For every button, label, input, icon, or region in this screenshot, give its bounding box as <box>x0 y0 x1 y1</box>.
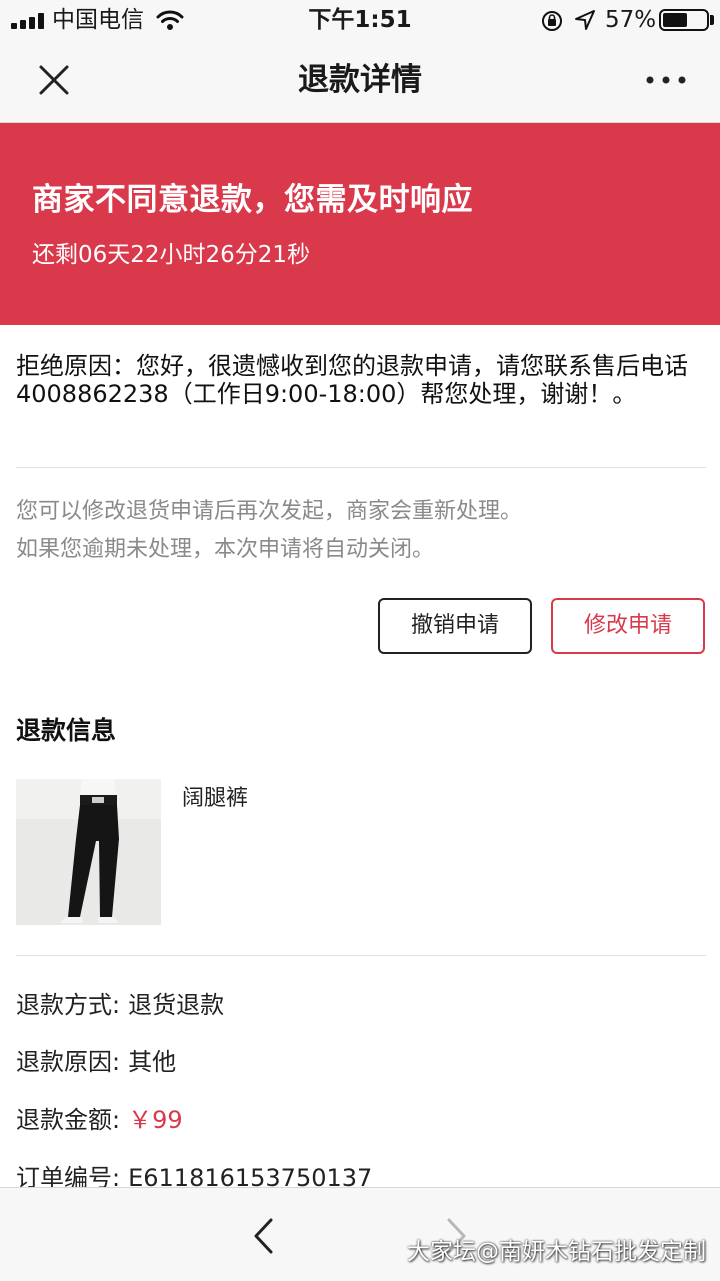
info-row-reason: 退款原因: 其他 <box>16 1046 176 1078</box>
nav-bar: 退款详情 <box>0 40 720 123</box>
rotation-lock-icon <box>540 9 564 37</box>
battery-icon <box>659 9 709 31</box>
product-image[interactable] <box>16 779 161 925</box>
more-icon[interactable] <box>644 72 688 88</box>
info-value: 退货退款 <box>128 991 225 1019</box>
product-name: 阔腿裤 <box>182 786 249 811</box>
status-bar: 中国电信 下午1:51 57% <box>0 0 720 40</box>
battery-percent: 57% <box>605 7 657 33</box>
info-row-amount: 退款金额: ￥99 <box>16 1104 183 1136</box>
countdown-text: 还剩06天22小时26分21秒 <box>32 242 311 268</box>
info-label: 退款原因: <box>16 1048 121 1076</box>
page-title: 退款详情 <box>298 62 422 98</box>
status-banner: 商家不同意退款，您需及时响应 还剩06天22小时26分21秒 <box>0 123 720 325</box>
info-row-method: 退款方式: 退货退款 <box>16 989 224 1021</box>
banner-headline: 商家不同意退款，您需及时响应 <box>32 182 473 218</box>
chevron-left-icon[interactable] <box>250 1216 276 1256</box>
location-icon <box>574 9 596 35</box>
refund-amount: ￥99 <box>128 1106 183 1134</box>
cancel-request-button[interactable]: 撤销申请 <box>378 598 532 654</box>
info-label: 退款方式: <box>16 991 121 1019</box>
rejection-reason: 拒绝原因：您好，很遗憾收到您的退款申请，请您联系售后电话 4008862238（… <box>16 352 688 408</box>
info-label: 退款金额: <box>16 1106 121 1134</box>
section-title-refund-info: 退款信息 <box>16 716 117 745</box>
battery-cap <box>710 15 714 25</box>
hint-line-2: 如果您逾期未处理，本次申请将自动关闭。 <box>16 537 435 562</box>
divider <box>16 467 706 468</box>
info-value: 其他 <box>128 1048 177 1076</box>
watermark: 大家坛@南妍木钻石批发定制 <box>407 1239 706 1265</box>
modify-request-button[interactable]: 修改申请 <box>551 598 705 654</box>
hint-line-1: 您可以修改退货申请后再次发起，商家会重新处理。 <box>16 499 523 524</box>
divider <box>16 955 706 956</box>
